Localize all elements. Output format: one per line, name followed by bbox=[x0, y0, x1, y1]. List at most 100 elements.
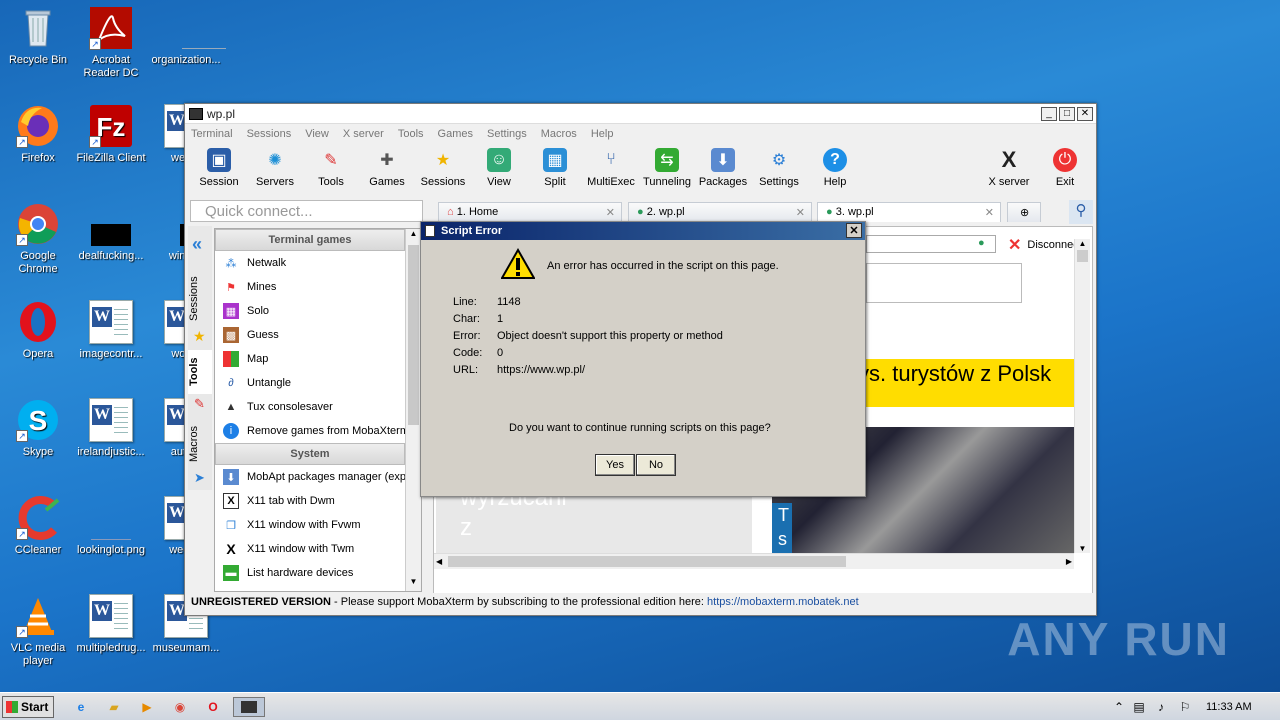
toolbar-servers-button[interactable]: ✺ Servers bbox=[247, 144, 303, 194]
scroll-up-icon[interactable]: ▲ bbox=[406, 229, 421, 243]
tab-close-icon[interactable]: ✕ bbox=[796, 206, 805, 219]
new-tab-button[interactable]: ⊕ bbox=[1007, 202, 1041, 222]
toolbar-tunneling-button[interactable]: ⇆ Tunneling bbox=[639, 144, 695, 194]
tab-wp-2[interactable]: ● 2. wp.pl ✕ bbox=[628, 202, 812, 222]
side-tab-macros[interactable]: Macros bbox=[188, 422, 212, 466]
volume-icon[interactable]: ♪ bbox=[1150, 697, 1172, 717]
desktop-icon-chrome[interactable]: ↗ Google Chrome bbox=[0, 202, 76, 276]
mobaxterm-taskbar-button[interactable] bbox=[233, 697, 265, 717]
explorer-icon[interactable]: ▰ bbox=[103, 697, 125, 717]
close-button[interactable]: ✕ bbox=[1077, 106, 1093, 121]
desktop-icon-file[interactable]: dealfucking... bbox=[73, 202, 149, 263]
tool-item-map[interactable]: Map bbox=[215, 347, 421, 371]
clock[interactable]: 11:33 AM bbox=[1206, 701, 1252, 713]
toolbar-view-button[interactable]: ☺ View bbox=[471, 144, 527, 194]
action-center-flag-icon[interactable]: ⚐ bbox=[1174, 697, 1196, 717]
tool-item-fvwm[interactable]: ❐ X11 window with Fvwm bbox=[215, 513, 421, 537]
desktop-icon-recycle-bin[interactable]: Recycle Bin bbox=[0, 6, 76, 67]
side-tab-tools[interactable]: Tools bbox=[188, 350, 212, 394]
tool-item-guess[interactable]: ▩ Guess bbox=[215, 323, 421, 347]
tool-item-mobapt[interactable]: ⬇ MobApt packages manager (expe bbox=[215, 465, 421, 489]
start-button[interactable]: Start bbox=[2, 696, 54, 718]
menu-xserver[interactable]: X server bbox=[343, 128, 384, 140]
no-button[interactable]: No bbox=[636, 454, 676, 476]
menu-sessions[interactable]: Sessions bbox=[247, 128, 292, 140]
show-hidden-icons[interactable]: ⌃ bbox=[1108, 697, 1130, 717]
toolbar-multiexec-button[interactable]: ⑂ MultiExec bbox=[583, 144, 639, 194]
tab-close-icon[interactable]: ✕ bbox=[985, 206, 994, 219]
page-horizontal-scrollbar[interactable]: ◀ ▶ bbox=[434, 553, 1074, 569]
menu-settings[interactable]: Settings bbox=[487, 128, 527, 140]
tab-home[interactable]: ⌂ 1. Home ✕ bbox=[438, 202, 622, 222]
tool-item-remove-games[interactable]: i Remove games from MobaXterm bbox=[215, 419, 421, 443]
toolbar-help-button[interactable]: ? Help bbox=[807, 144, 863, 194]
disconnect-button[interactable]: ✕ Disconnect bbox=[1008, 235, 1082, 255]
quick-connect-input[interactable]: Quick connect... bbox=[190, 200, 423, 222]
chrome-taskbar-icon[interactable]: ◉ bbox=[169, 697, 191, 717]
toolbar-sessions-button[interactable]: ★ Sessions bbox=[415, 144, 471, 194]
tool-item-netwalk[interactable]: ⁂ Netwalk bbox=[215, 251, 421, 275]
dialog-close-button[interactable]: ✕ bbox=[846, 223, 862, 238]
menu-view[interactable]: View bbox=[305, 128, 329, 140]
tool-item-tux[interactable]: ▲ Tux consolesaver bbox=[215, 395, 421, 419]
menu-help[interactable]: Help bbox=[591, 128, 614, 140]
page-vertical-scrollbar[interactable]: ▲ ▼ bbox=[1074, 239, 1090, 553]
desktop-icon-word-doc[interactable]: W irelandjustic... bbox=[73, 398, 149, 459]
tools-panel-scrollbar[interactable]: ▲ ▼ bbox=[405, 229, 421, 591]
desktop-icon-png[interactable]: lookinglot.png bbox=[73, 496, 149, 557]
toolbar: ▣ Session ✺ Servers ✎ Tools ✚ Games ★ Session… bbox=[185, 144, 1096, 194]
status-link[interactable]: https://mobaxterm.mobatek.net bbox=[707, 596, 859, 608]
ie-icon[interactable]: e bbox=[70, 697, 92, 717]
scroll-down-icon[interactable]: ▼ bbox=[406, 577, 421, 591]
side-tab-sessions[interactable]: Sessions bbox=[188, 274, 212, 324]
desktop-icon-ccleaner[interactable]: ↗ CCleaner bbox=[0, 496, 76, 557]
yes-button[interactable]: Yes bbox=[595, 454, 635, 476]
menu-macros[interactable]: Macros bbox=[541, 128, 577, 140]
desktop-icon-firefox[interactable]: ↗ Firefox bbox=[0, 104, 76, 165]
menu-terminal[interactable]: Terminal bbox=[191, 128, 233, 140]
tab-close-icon[interactable]: ✕ bbox=[606, 206, 615, 219]
menu-games[interactable]: Games bbox=[438, 128, 473, 140]
network-icon[interactable]: ▤ bbox=[1128, 697, 1150, 717]
dialog-titlebar[interactable]: Script Error ✕ bbox=[421, 222, 865, 240]
address-bar[interactable] bbox=[866, 235, 996, 253]
toolbar-exit-button[interactable]: ⏻ Exit bbox=[1037, 144, 1093, 188]
toolbar-tools-button[interactable]: ✎ Tools bbox=[303, 144, 359, 194]
desktop-icon-word-doc[interactable]: W imagecontr... bbox=[73, 300, 149, 361]
search-box[interactable] bbox=[866, 263, 1022, 303]
maximize-button[interactable]: □ bbox=[1059, 106, 1075, 121]
toolbar-session-button[interactable]: ▣ Session bbox=[191, 144, 247, 194]
toolbar-split-button[interactable]: ▦ Split bbox=[527, 144, 583, 194]
window-titlebar[interactable]: wp.pl _ □ ✕ bbox=[185, 104, 1096, 124]
toolbar-xserver-button[interactable]: X X server bbox=[981, 144, 1037, 188]
desktop-icon-vlc[interactable]: ↗ VLC media player bbox=[0, 594, 76, 668]
continue-question: Do you want to continue running scripts … bbox=[509, 422, 771, 434]
toolbar-settings-button[interactable]: ⚙ Settings bbox=[751, 144, 807, 194]
desktop-icon-file[interactable]: organization... bbox=[148, 6, 226, 67]
tool-item-twm[interactable]: X X11 window with Twm bbox=[215, 537, 421, 561]
desktop-icon-filezilla[interactable]: Fz ↗ FileZilla Client bbox=[73, 104, 149, 165]
unregistered-label: UNREGISTERED VERSION bbox=[191, 596, 331, 608]
desktop-icon-skype[interactable]: S ↗ Skype bbox=[0, 398, 76, 459]
tool-item-mines[interactable]: ⚑ Mines bbox=[215, 275, 421, 299]
disconnect-icon: ✕ bbox=[1008, 237, 1022, 254]
desktop-icon-acrobat[interactable]: ↗ Acrobat Reader DC bbox=[73, 6, 149, 80]
tool-item-solo[interactable]: ▦ Solo bbox=[215, 299, 421, 323]
scroll-thumb[interactable] bbox=[408, 245, 419, 425]
menu-tools[interactable]: Tools bbox=[398, 128, 424, 140]
media-player-icon[interactable]: ▶ bbox=[136, 697, 158, 717]
tool-item-untangle[interactable]: ∂ Untangle bbox=[215, 371, 421, 395]
collapse-chevron-icon[interactable]: « bbox=[192, 234, 202, 255]
desktop-icon-opera[interactable]: Opera bbox=[0, 300, 76, 361]
toolbar-packages-button[interactable]: ⬇ Packages bbox=[695, 144, 751, 194]
minimize-button[interactable]: _ bbox=[1041, 106, 1057, 121]
tool-item-hardware[interactable]: ▬ List hardware devices bbox=[215, 561, 421, 585]
tool-item-dwm[interactable]: X X11 tab with Dwm bbox=[215, 489, 421, 513]
headline-banner[interactable]: ys. turystów z Polsk bbox=[852, 359, 1074, 407]
desktop-icon-word-doc[interactable]: W multipledrug... bbox=[73, 594, 149, 655]
warning-icon bbox=[500, 247, 536, 283]
attach-icon[interactable]: ⚲ bbox=[1069, 200, 1093, 224]
opera-taskbar-icon[interactable]: O bbox=[202, 697, 224, 717]
tab-wp-3[interactable]: ● 3. wp.pl ✕ bbox=[817, 202, 1001, 222]
toolbar-games-button[interactable]: ✚ Games bbox=[359, 144, 415, 194]
